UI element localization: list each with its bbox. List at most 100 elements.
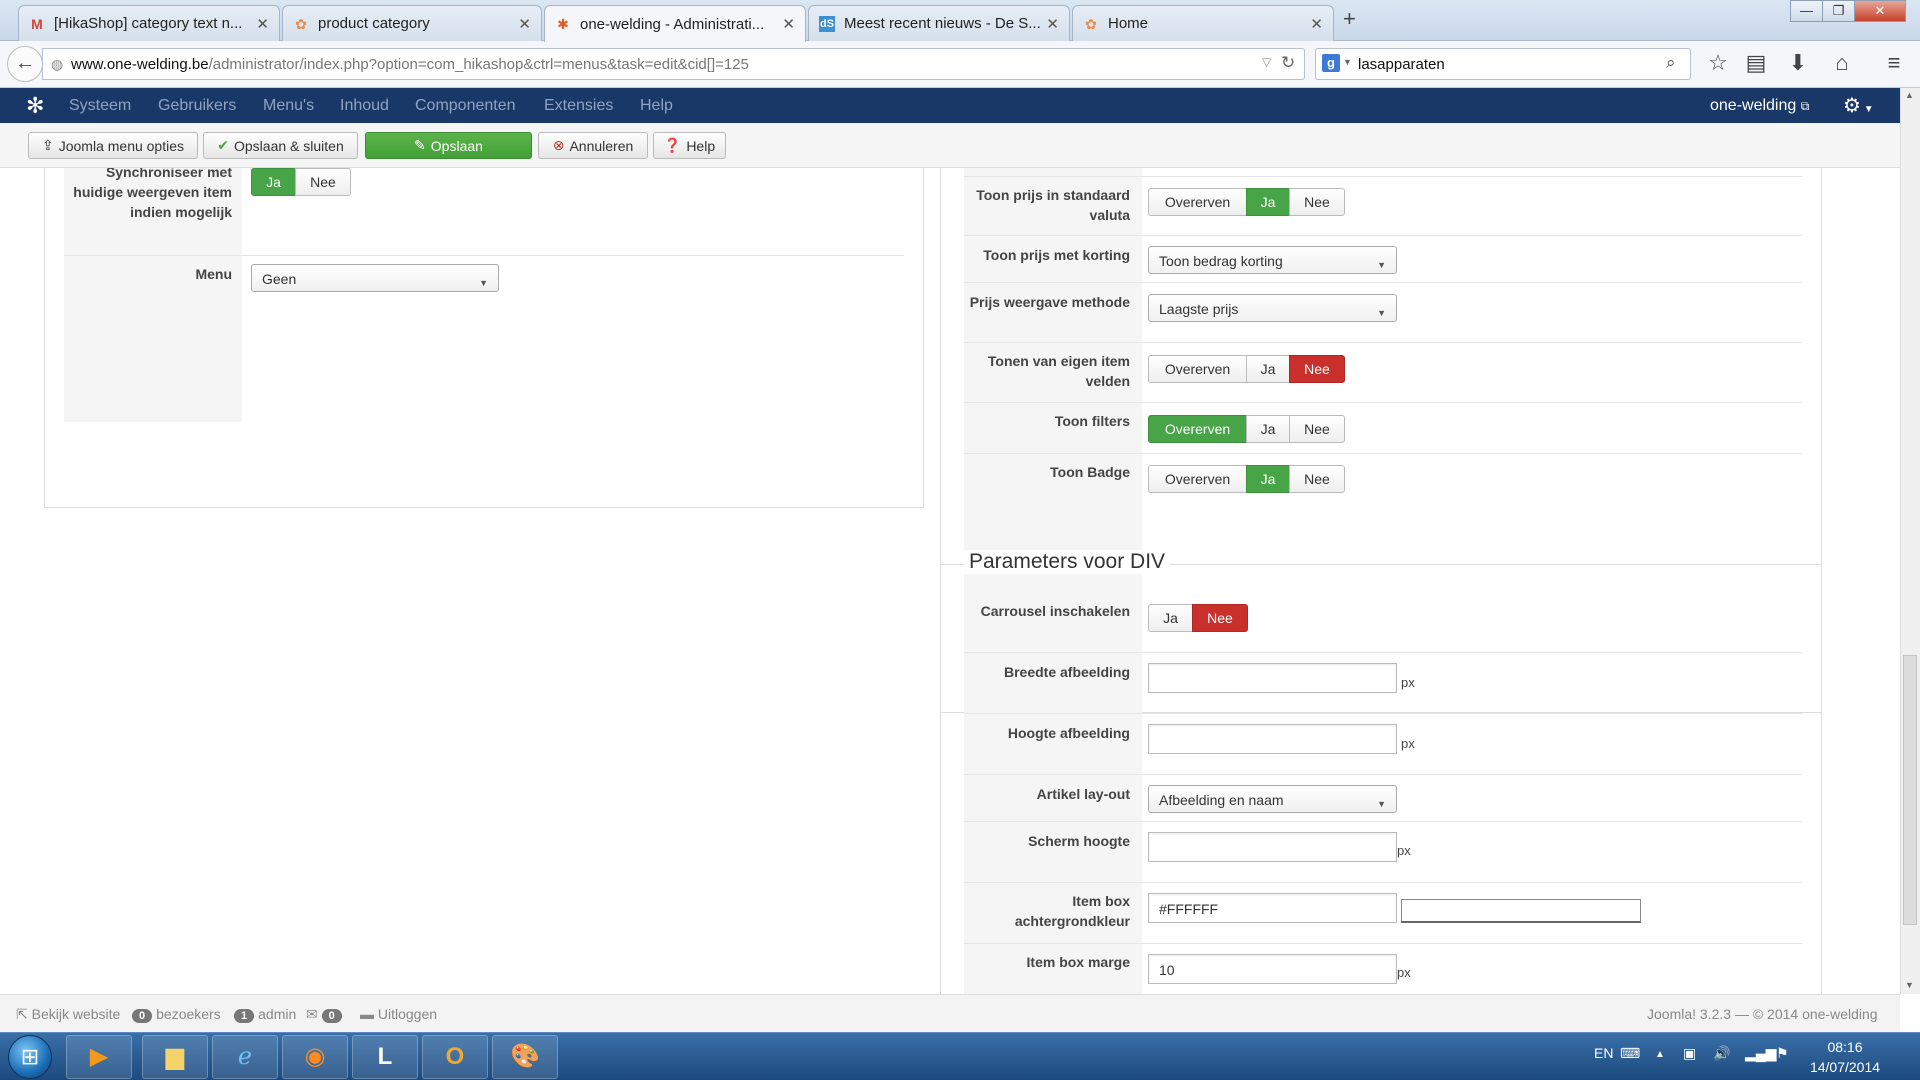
internet-explorer-taskbar-button[interactable]: ℯ <box>212 1035 278 1079</box>
close-icon[interactable]: ✕ <box>1046 15 1059 33</box>
image-width-input[interactable] <box>1148 663 1397 693</box>
google-icon[interactable]: g <box>1322 54 1340 72</box>
view-site-link[interactable]: ⇱ Bekijk website <box>16 1006 120 1023</box>
tray-expand-icon[interactable]: ▲ <box>1655 1049 1665 1060</box>
scroll-up-icon[interactable]: ▲ <box>1905 90 1914 100</box>
upload-icon: ⇪ <box>41 137 54 153</box>
system-clock[interactable]: 08:16 14/07/2014 <box>1800 1037 1890 1077</box>
bookmark-star-icon[interactable]: ☆ <box>1703 50 1733 76</box>
carrousel-ja-button[interactable]: Ja <box>1148 604 1193 632</box>
show-badge-ja[interactable]: Ja <box>1246 465 1290 493</box>
tab-product-category[interactable]: ✿ product category ✕ <box>282 5 542 41</box>
search-icon[interactable]: ⌕ <box>1666 53 1676 73</box>
screen-height-label: Scherm hoogte <box>1028 833 1130 849</box>
sync-ja-button[interactable]: Ja <box>251 168 296 196</box>
signal-icon[interactable]: ▂▄▆ <box>1745 1045 1776 1062</box>
custom-item-fields-ja[interactable]: Ja <box>1246 355 1290 383</box>
item-box-margin-input[interactable]: 10 <box>1148 954 1397 984</box>
menu-gebruikers[interactable]: Gebruikers <box>158 97 236 115</box>
back-arrow-icon: ← <box>15 52 35 74</box>
show-filters-ja[interactable]: Ja <box>1246 415 1290 443</box>
network-device-icon[interactable]: ▣ <box>1683 1045 1696 1062</box>
close-icon[interactable]: ✕ <box>518 15 531 33</box>
close-icon[interactable]: ✕ <box>256 15 269 33</box>
show-filters-overerven[interactable]: Overerven <box>1148 415 1247 443</box>
menu-menus[interactable]: Menu's <box>263 97 314 115</box>
menu-select[interactable]: Geen ▼ <box>251 264 499 292</box>
bookmarks-list-icon[interactable]: ▤ <box>1741 50 1771 76</box>
custom-item-fields-overerven[interactable]: Overerven <box>1148 355 1247 383</box>
show-filters-nee[interactable]: Nee <box>1289 415 1345 443</box>
help-button[interactable]: ❓ Help <box>653 132 726 159</box>
tab-hikashop-category-text[interactable]: M [HikaShop] category text n... ✕ <box>18 5 280 41</box>
scroll-down-icon[interactable]: ▼ <box>1905 980 1914 990</box>
joomla-logo-icon[interactable]: ✻ <box>26 93 44 119</box>
menu-extensies[interactable]: Extensies <box>544 97 613 115</box>
action-toolbar: ⇪ Joomla menu opties ✔ Opslaan & sluiten ✎… <box>0 123 1920 168</box>
minimize-icon[interactable]: — <box>1790 0 1823 22</box>
flag-icon[interactable]: ⚑ <box>1776 1045 1789 1062</box>
media-player-taskbar-button[interactable]: ▶ <box>66 1035 132 1079</box>
search-box[interactable]: g ▼ lasapparaten ⌕ <box>1315 48 1691 80</box>
reload-icon[interactable]: ↻ <box>1281 53 1295 73</box>
volume-icon[interactable]: 🔊 <box>1713 1045 1730 1062</box>
search-input[interactable]: lasapparaten <box>1358 56 1445 73</box>
cancel-button[interactable]: ⊗ Annuleren <box>538 132 648 159</box>
close-icon[interactable]: ✕ <box>782 15 795 33</box>
save-button[interactable]: ✎ Opslaan <box>365 132 532 159</box>
price-default-currency-overerven[interactable]: Overerven <box>1148 188 1247 216</box>
close-icon[interactable]: ✕ <box>1310 15 1323 33</box>
price-default-currency-ja[interactable]: Ja <box>1246 188 1290 216</box>
carrousel-nee-button[interactable]: Nee <box>1192 604 1248 632</box>
price-display-method-label: Prijs weergave methode <box>969 294 1130 310</box>
keyboard-icon[interactable]: ⌨ <box>1620 1045 1640 1062</box>
joomla-menu-options-button[interactable]: ⇪ Joomla menu opties <box>28 132 198 159</box>
logout-link[interactable]: ▬ Uitloggen <box>360 1006 437 1022</box>
menu-help[interactable]: Help <box>640 97 673 115</box>
outlook-taskbar-button[interactable]: O <box>422 1035 488 1079</box>
admin-badge: 1 <box>234 1009 255 1023</box>
article-layout-select[interactable]: Afbeelding en naam ▼ <box>1148 785 1397 813</box>
download-icon[interactable]: ⬇ <box>1783 50 1813 76</box>
tab-home[interactable]: ✿ Home ✕ <box>1072 5 1334 41</box>
price-discount-select[interactable]: Toon bedrag korting ▼ <box>1148 246 1397 274</box>
show-badge-nee[interactable]: Nee <box>1289 465 1345 493</box>
save-close-button[interactable]: ✔ Opslaan & sluiten <box>203 132 358 159</box>
custom-item-fields-nee[interactable]: Nee <box>1289 355 1345 383</box>
color-swatch[interactable] <box>1401 899 1641 923</box>
site-link[interactable]: one-welding ⧉ <box>1710 97 1809 115</box>
firefox-taskbar-button[interactable]: ◉ <box>282 1035 348 1079</box>
show-badge-overerven[interactable]: Overerven <box>1148 465 1247 493</box>
paint-taskbar-button[interactable]: 🎨 <box>492 1035 558 1079</box>
admin-status: 1 admin <box>234 1006 296 1023</box>
language-indicator[interactable]: EN <box>1594 1045 1613 1061</box>
back-button[interactable]: ← <box>7 46 43 82</box>
menu-icon[interactable]: ≡ <box>1879 50 1909 76</box>
window-close-icon[interactable]: ✕ <box>1854 0 1906 22</box>
messages-status[interactable]: ✉ 0 <box>306 1006 346 1023</box>
new-tab-icon[interactable]: + <box>1343 6 1356 32</box>
menu-inhoud[interactable]: Inhoud <box>340 97 389 115</box>
lync-taskbar-button[interactable]: L <box>352 1035 418 1079</box>
visitors-status: 0 bezoekers <box>132 1006 221 1023</box>
dropdown-arrow-icon[interactable]: ▽ <box>1262 55 1271 69</box>
item-box-bgcolor-input[interactable]: #FFFFFF <box>1148 893 1397 923</box>
explorer-taskbar-button[interactable]: ▆ <box>142 1035 208 1079</box>
image-height-input[interactable] <box>1148 724 1397 754</box>
sync-nee-button[interactable]: Nee <box>295 168 351 196</box>
chevron-down-icon[interactable]: ▼ <box>1343 57 1352 67</box>
start-button[interactable]: ⊞ <box>8 1035 52 1079</box>
url-bar[interactable]: ◍ www.one-welding.be/administrator/index… <box>42 48 1305 80</box>
maximize-icon[interactable]: ❐ <box>1822 0 1855 22</box>
price-default-currency-label: Toon prijs in standaard valuta <box>976 187 1130 223</box>
menu-componenten[interactable]: Componenten <box>415 97 516 115</box>
price-default-currency-nee[interactable]: Nee <box>1289 188 1345 216</box>
price-display-method-select[interactable]: Laagste prijs ▼ <box>1148 294 1397 322</box>
tab-one-welding-admin[interactable]: ✱ one-welding - Administrati... ✕ <box>544 5 806 42</box>
screen-height-input[interactable] <box>1148 832 1397 862</box>
gear-icon[interactable]: ⚙ ▼ <box>1843 93 1874 118</box>
tab-meest-recent-nieuws[interactable]: dS Meest recent nieuws - De S... ✕ <box>808 5 1070 41</box>
menu-systeem[interactable]: Systeem <box>69 97 131 115</box>
scrollbar-thumb[interactable] <box>1903 655 1917 925</box>
home-icon[interactable]: ⌂ <box>1827 50 1857 76</box>
